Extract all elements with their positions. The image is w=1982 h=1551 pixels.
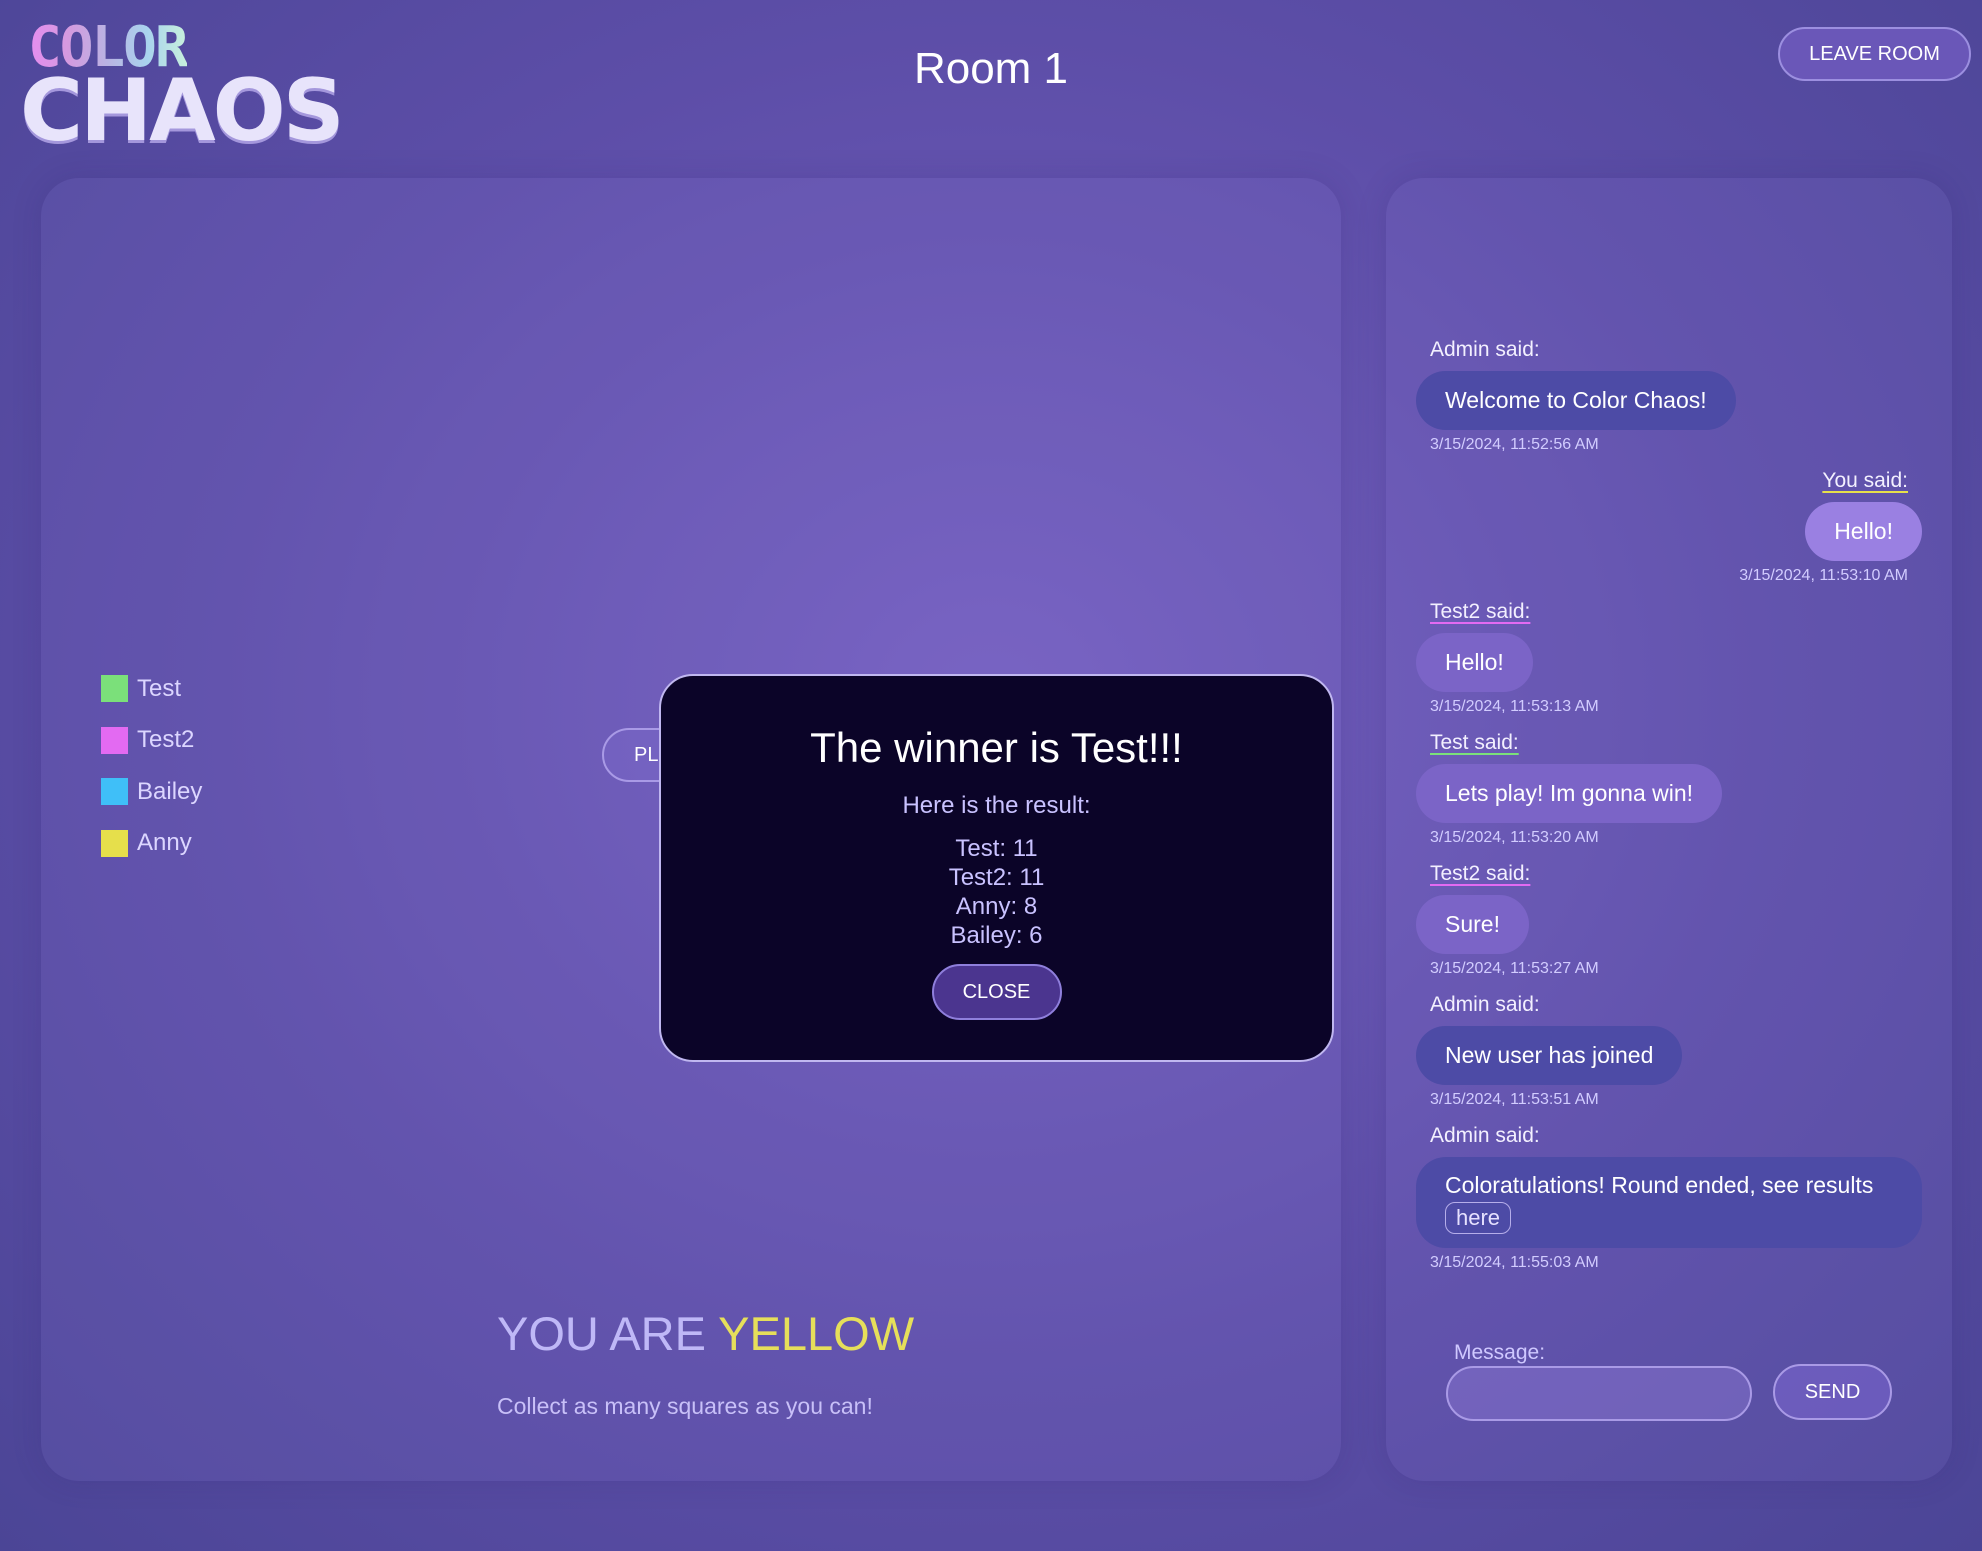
result-item: Bailey: 6 (950, 922, 1043, 949)
you-are-prefix: YOU ARE (497, 1307, 706, 1360)
modal-title: The winner is Test!!! (810, 724, 1183, 771)
room-title: Room 1 (913, 44, 1069, 93)
message-bubble: Sure! (1416, 895, 1529, 954)
message-bubble: New user has joined (1416, 1026, 1683, 1085)
chat-message: You said: Hello! 3/15/2024, 11:53:10 AM (1416, 469, 1922, 585)
chat-panel: Admin said: Welcome to Color Chaos! 3/15… (1386, 178, 1952, 1481)
player-color-swatch (101, 829, 128, 857)
result-item: Anny: 8 (955, 893, 1038, 920)
message-bubble: Coloratulations! Round ended, see result… (1416, 1157, 1922, 1248)
message-author[interactable]: You said: (1416, 469, 1922, 497)
chat-message: Test2 said: Sure! 3/15/2024, 11:53:27 AM (1416, 862, 1922, 978)
player-item: Anny (101, 818, 202, 870)
results-list: Test: 11 Test2: 11 Anny: 8 Bailey: 6 (661, 834, 1332, 950)
player-item: Test (101, 663, 202, 715)
chat-messages: Admin said: Welcome to Color Chaos! 3/15… (1416, 338, 1922, 1287)
player-name: Test2 (137, 726, 195, 754)
message-label: Message: (1454, 1341, 1546, 1364)
leave-room-button[interactable]: LEAVE ROOM (1778, 27, 1971, 81)
player-color-swatch (101, 675, 128, 703)
close-button[interactable]: CLOSE (931, 964, 1062, 1020)
message-bubble: Hello! (1416, 633, 1533, 692)
chat-message: Admin said: Coloratulations! Round ended… (1416, 1124, 1922, 1272)
message-author: Admin said: (1430, 993, 1540, 1016)
chat-message: Test said: Lets play! Im gonna win! 3/15… (1416, 731, 1922, 847)
send-button[interactable]: SEND (1773, 1364, 1892, 1420)
message-bubble: Lets play! Im gonna win! (1416, 764, 1723, 823)
chat-message: Test2 said: Hello! 3/15/2024, 11:53:13 A… (1416, 600, 1922, 716)
player-item: Bailey (101, 766, 202, 818)
player-color-word: YELLOW (718, 1307, 915, 1360)
results-modal: The winner is Test!!! Here is the result… (659, 674, 1334, 1062)
player-name: Test (137, 674, 182, 702)
message-author[interactable]: Test2 said: (1416, 600, 1922, 628)
chat-message: Admin said: Welcome to Color Chaos! 3/15… (1416, 338, 1922, 454)
message-text: Coloratulations! Round ended, see result… (1445, 1172, 1874, 1198)
message-timestamp: 3/15/2024, 11:52:56 AM (1430, 436, 1599, 453)
results-link[interactable]: here (1445, 1202, 1512, 1234)
chat-message: Admin said: New user has joined 3/15/202… (1416, 993, 1922, 1109)
player-item: Test2 (101, 715, 202, 767)
player-color-swatch (101, 778, 128, 806)
message-timestamp: 3/15/2024, 11:53:27 AM (1430, 960, 1599, 977)
message-bubble: Hello! (1805, 502, 1922, 561)
message-author[interactable]: Test said: (1416, 731, 1922, 759)
player-name: Anny (137, 829, 192, 857)
message-timestamp: 3/15/2024, 11:53:51 AM (1430, 1091, 1599, 1108)
result-item: Test2: 11 (948, 864, 1045, 891)
message-input[interactable] (1446, 1366, 1752, 1421)
message-author[interactable]: Test2 said: (1416, 862, 1922, 890)
message-timestamp: 3/15/2024, 11:53:20 AM (1430, 829, 1599, 846)
message-author: Admin said: (1430, 338, 1540, 361)
you-are-heading: YOU ARE YELLOW (497, 1306, 914, 1361)
message-timestamp: 3/15/2024, 11:55:03 AM (1430, 1254, 1599, 1271)
result-item: Test: 11 (955, 835, 1038, 862)
message-timestamp: 3/15/2024, 11:53:10 AM (1739, 567, 1908, 584)
player-color-swatch (101, 726, 128, 754)
modal-subtitle: Here is the result: (902, 792, 1091, 819)
player-list: Test Test2 Bailey Anny (101, 663, 202, 869)
message-bubble: Welcome to Color Chaos! (1416, 371, 1736, 430)
player-name: Bailey (137, 777, 203, 805)
message-timestamp: 3/15/2024, 11:53:13 AM (1430, 698, 1599, 715)
game-instruction: Collect as many squares as you can! (497, 1393, 873, 1419)
message-author: Admin said: (1430, 1124, 1540, 1147)
